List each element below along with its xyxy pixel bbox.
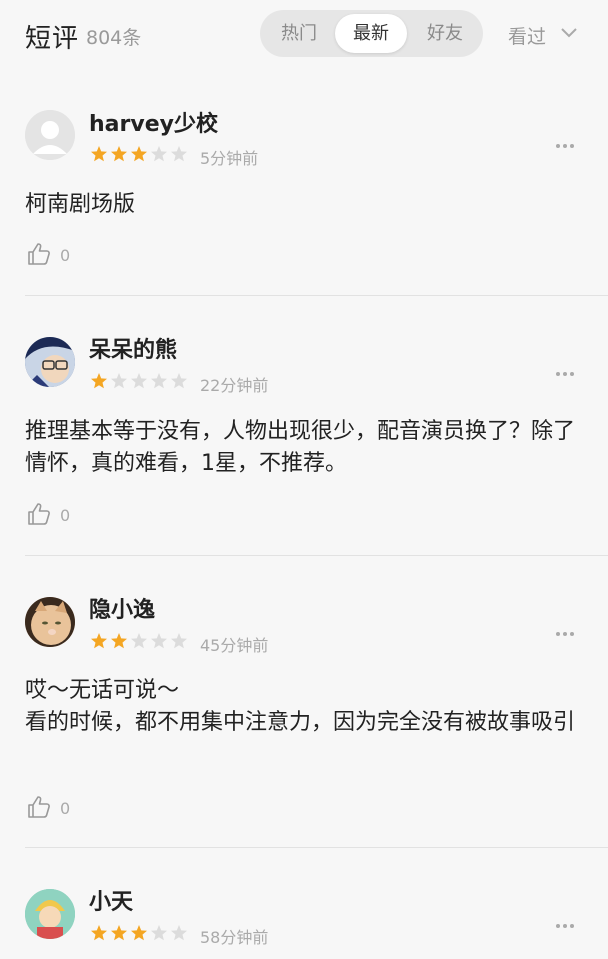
avatar[interactable] <box>25 597 75 647</box>
username[interactable]: 呆呆的熊 <box>89 332 177 364</box>
tab-latest[interactable]: 最新 <box>335 14 407 53</box>
thumbs-up-icon <box>28 503 50 525</box>
star-icon <box>111 146 127 162</box>
username[interactable]: 隐小逸 <box>89 592 155 624</box>
timestamp: 22分钟前 <box>200 376 269 395</box>
sort-segmented-control: 热门 最新 好友 <box>260 10 483 57</box>
default-avatar-icon <box>25 110 75 160</box>
star-icon <box>131 146 147 162</box>
anime-character-avatar <box>25 337 75 387</box>
username[interactable]: harvey少校 <box>89 106 218 138</box>
section-title: 短评 <box>25 24 80 54</box>
star-icon <box>151 146 167 162</box>
filter-label: 看过 <box>508 26 547 48</box>
star-icon <box>91 925 107 941</box>
star-icon <box>111 373 127 389</box>
avatar[interactable] <box>25 337 75 387</box>
star-icon <box>171 373 187 389</box>
username[interactable]: 小天 <box>89 884 133 916</box>
review-content: 柯南剧场版 <box>25 192 136 217</box>
divider <box>25 555 608 556</box>
review-item: harvey少校 5分钟前 柯南剧场版 0 <box>0 100 608 295</box>
timestamp: 45分钟前 <box>200 636 269 655</box>
rating-stars <box>90 924 190 942</box>
divider <box>25 847 608 848</box>
cat-photo-avatar <box>25 597 75 647</box>
tab-friends[interactable]: 好友 <box>410 14 480 53</box>
review-content: 哎～无话可说～ 看的时候，都不用集中注意力，因为完全没有被故事吸引 <box>25 678 576 735</box>
review-item: 隐小逸 45分钟前 哎～无话可说～ 看的时候，都不用集中注意力，因为完全没有被故… <box>0 585 608 847</box>
star-icon <box>131 633 147 649</box>
chevron-down-icon <box>561 28 577 38</box>
star-icon <box>171 925 187 941</box>
avatar[interactable] <box>25 110 75 160</box>
like-button[interactable] <box>27 795 51 823</box>
timestamp: 5分钟前 <box>200 149 259 168</box>
star-icon <box>151 925 167 941</box>
review-content: 推理基本等于没有，人物出现很少，配音演员换了？除了情怀，真的难看，1星，不推荐。 <box>25 419 576 476</box>
like-button[interactable] <box>27 242 51 270</box>
rating-stars <box>90 145 190 163</box>
like-button[interactable] <box>27 502 51 530</box>
star-icon <box>91 146 107 162</box>
star-icon <box>131 925 147 941</box>
star-icon <box>131 373 147 389</box>
like-count: 0 <box>60 506 71 525</box>
more-options-icon[interactable] <box>556 361 577 380</box>
star-icon <box>151 373 167 389</box>
star-icon <box>171 633 187 649</box>
rating-stars <box>90 372 190 390</box>
star-icon <box>91 633 107 649</box>
review-item: 呆呆的熊 22分钟前 推理基本等于没有，人物出现很少，配音演员换了？除了情怀，真… <box>0 325 608 555</box>
star-icon <box>151 633 167 649</box>
tab-hot[interactable]: 热门 <box>264 14 334 53</box>
like-count: 0 <box>60 799 71 818</box>
more-options-icon[interactable] <box>556 913 577 932</box>
watched-filter-dropdown[interactable]: 看过 <box>508 22 577 49</box>
reviews-header: 短评 804条 热门 最新 好友 看过 <box>0 0 608 70</box>
review-count: 804条 <box>86 27 142 49</box>
star-icon <box>91 373 107 389</box>
review-item: 小天 58分钟前 <box>0 877 608 959</box>
star-icon <box>111 633 127 649</box>
more-options-icon[interactable] <box>556 621 577 640</box>
thumbs-up-icon <box>28 796 50 818</box>
more-options-icon[interactable] <box>556 133 577 152</box>
divider <box>25 295 608 296</box>
star-icon <box>111 925 127 941</box>
star-icon <box>171 146 187 162</box>
avatar[interactable] <box>25 889 75 939</box>
rating-stars <box>90 632 190 650</box>
like-count: 0 <box>60 246 71 265</box>
timestamp: 58分钟前 <box>200 928 269 947</box>
cartoon-character-avatar <box>25 889 75 939</box>
thumbs-up-icon <box>28 243 50 265</box>
